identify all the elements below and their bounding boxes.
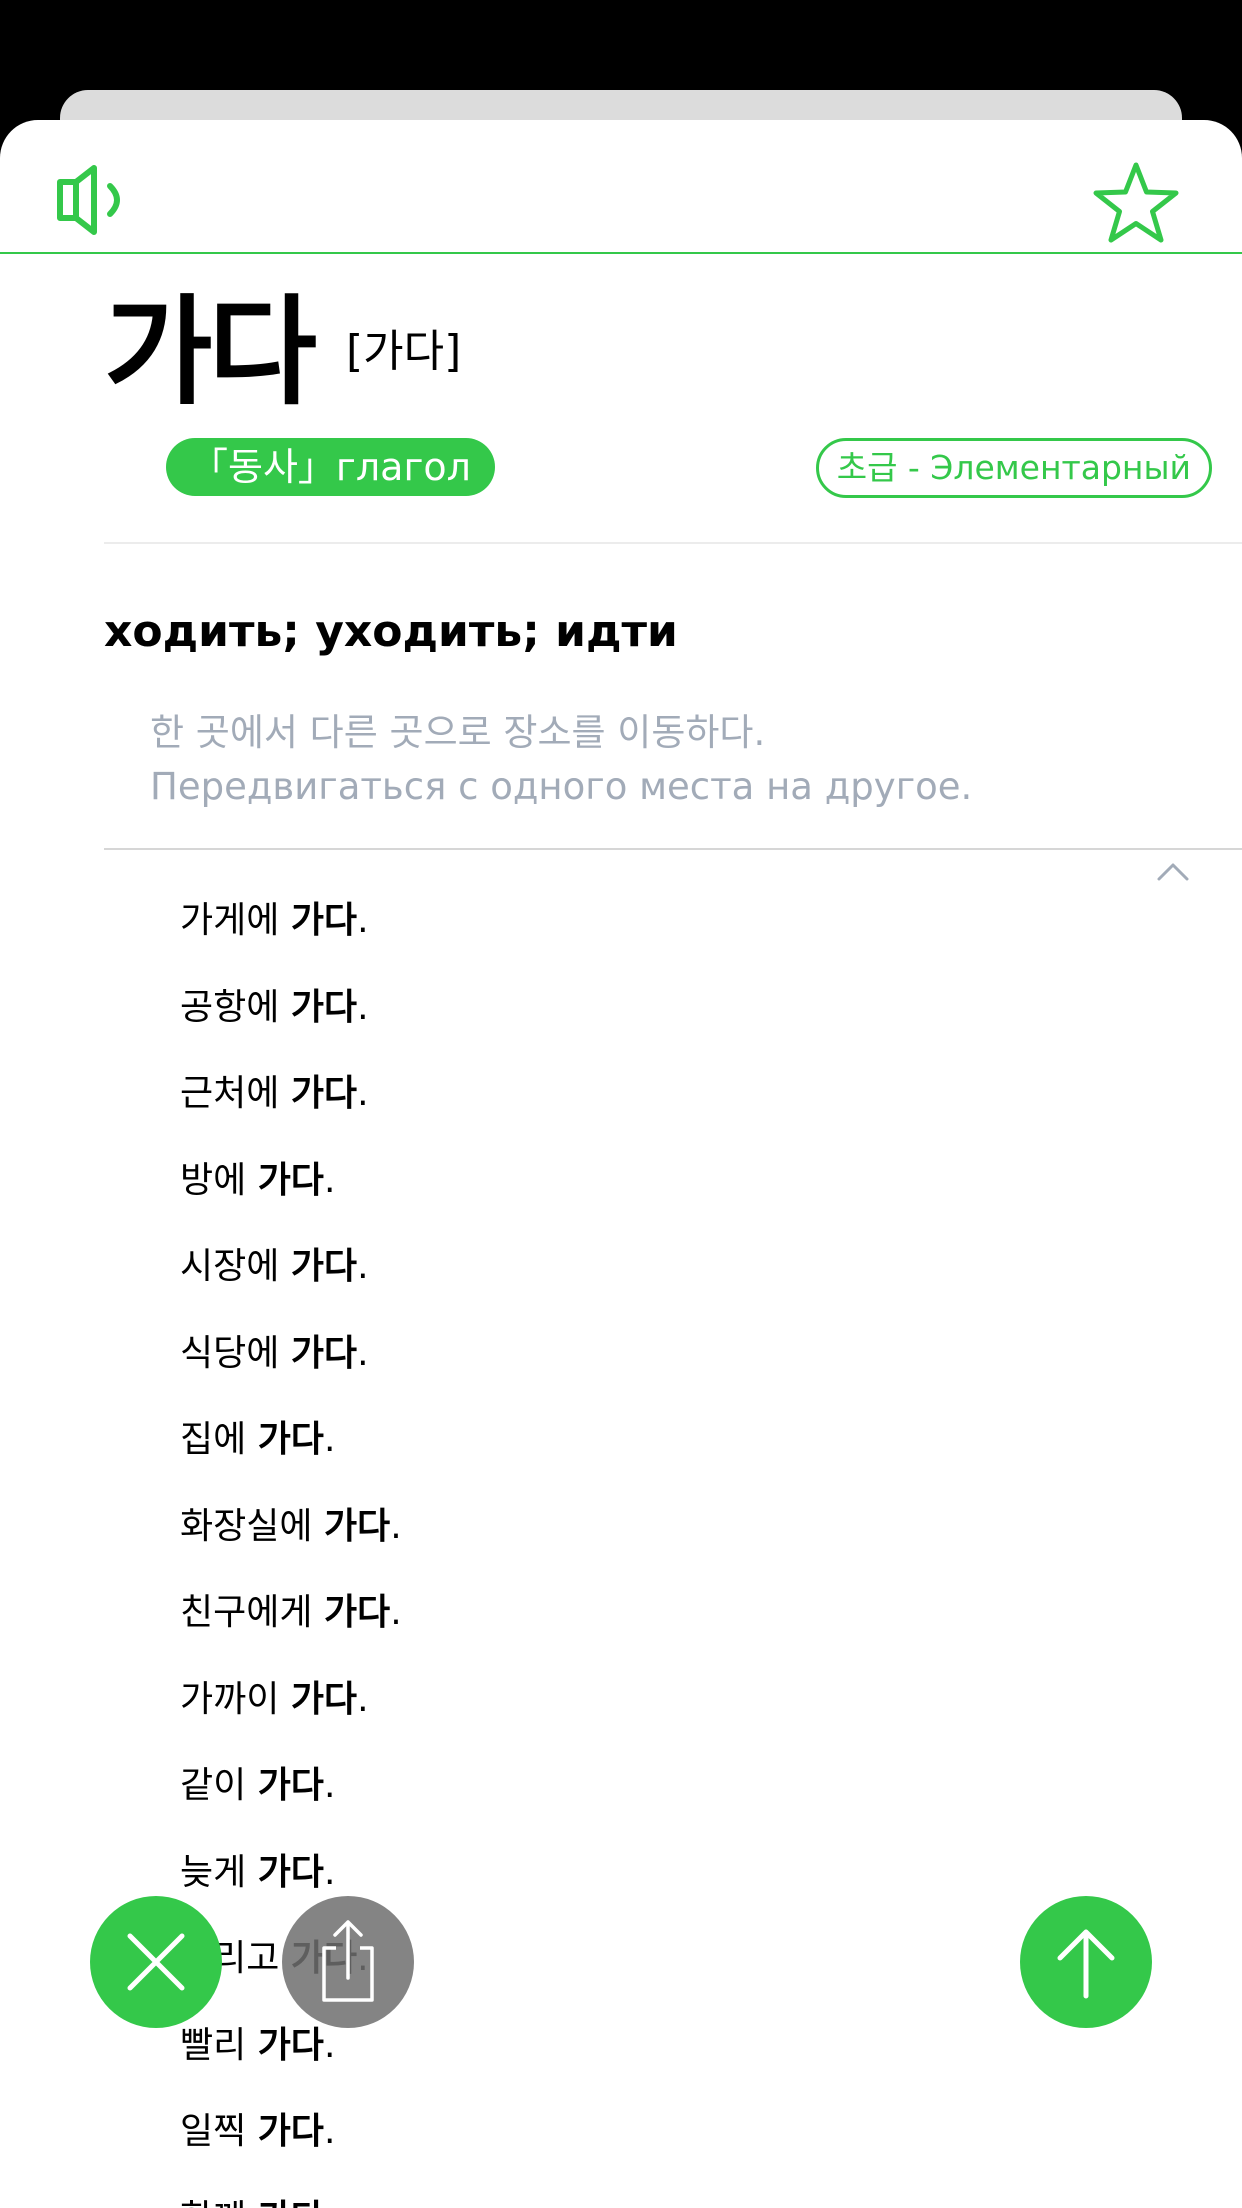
example-prefix: 화장실에 bbox=[180, 1505, 324, 1547]
example-prefix: 식당에 bbox=[180, 1332, 291, 1374]
example-keyword: 가다 bbox=[323, 1592, 391, 1633]
example-keyword: 가다 bbox=[257, 1419, 324, 1460]
example-prefix: 집에 bbox=[180, 1419, 258, 1460]
example-keyword: 가다 bbox=[290, 1246, 358, 1287]
divider bbox=[104, 542, 1242, 544]
example-prefix: 늦게 bbox=[180, 1851, 258, 1893]
example-suffix: . bbox=[390, 1592, 402, 1633]
example-keyword: 가다 bbox=[257, 2111, 324, 2152]
example-keyword: 가다 bbox=[257, 2024, 324, 2066]
example-keyword: 가다 bbox=[323, 1505, 391, 1547]
close-button[interactable] bbox=[90, 1896, 222, 2028]
example-prefix: 시장에 bbox=[180, 1246, 291, 1287]
example-item: 근처에 가다. bbox=[180, 1051, 402, 1138]
example-suffix: . bbox=[323, 1851, 336, 1893]
example-suffix: . bbox=[357, 1678, 369, 1720]
example-item: 화장실에 가다. bbox=[180, 1484, 402, 1571]
example-suffix: . bbox=[390, 1505, 402, 1547]
share-button[interactable] bbox=[282, 1896, 414, 2028]
example-item: 가까이 가다. bbox=[180, 1657, 402, 1744]
example-keyword: 가다 bbox=[290, 1332, 358, 1374]
example-suffix: . bbox=[357, 900, 369, 941]
scroll-to-top-button[interactable] bbox=[1020, 1896, 1152, 2028]
divider bbox=[104, 848, 1242, 850]
example-suffix: . bbox=[324, 2198, 335, 2208]
example-item: 방에 가다. bbox=[180, 1138, 402, 1225]
example-prefix: 가게에 bbox=[180, 900, 291, 941]
example-item: 친구에게 가다. bbox=[180, 1570, 402, 1657]
example-keyword: 가다 bbox=[257, 1765, 324, 1806]
headword: 가다 bbox=[104, 283, 317, 421]
example-suffix: . bbox=[323, 1419, 336, 1460]
example-item: 집에 가다. bbox=[180, 1397, 402, 1484]
example-prefix: 근처에 bbox=[180, 1073, 291, 1114]
example-keyword: 가다 bbox=[290, 1678, 358, 1720]
translation-heading: ходить; уходить; идти bbox=[104, 606, 678, 657]
example-item: 식당에 가다. bbox=[180, 1311, 402, 1398]
speaker-icon[interactable] bbox=[54, 160, 138, 240]
example-item: 일찍 가다. bbox=[180, 2089, 402, 2176]
example-keyword: 가다 bbox=[290, 900, 358, 941]
example-suffix: . bbox=[357, 1073, 369, 1114]
example-prefix: 일찍 bbox=[180, 2111, 258, 2152]
example-prefix: 함께 bbox=[180, 2198, 258, 2208]
example-suffix: . bbox=[323, 1765, 336, 1806]
word-detail-sheet: 가다 [가다] 「동사」глагол 초급 - Элементарный ход… bbox=[0, 120, 1242, 2208]
example-prefix: 공항에 bbox=[180, 986, 291, 1028]
close-icon bbox=[127, 1933, 185, 1991]
example-item: 같이 가다. bbox=[180, 1743, 402, 1830]
example-keyword: 가다 bbox=[257, 1851, 324, 1893]
example-item: 가게에 가다. bbox=[180, 878, 402, 965]
example-prefix: 친구에게 bbox=[180, 1592, 324, 1633]
example-keyword: 가다 bbox=[258, 2198, 324, 2208]
star-outline-icon[interactable] bbox=[1090, 160, 1182, 246]
share-icon bbox=[322, 1920, 374, 2002]
example-keyword: 가다 bbox=[257, 1159, 324, 1201]
toolbar bbox=[0, 120, 1242, 254]
example-suffix: . bbox=[357, 1246, 369, 1287]
example-suffix: . bbox=[357, 1332, 369, 1374]
pronunciation: [가다] bbox=[346, 326, 462, 377]
example-prefix: 빨리 bbox=[180, 2024, 258, 2066]
definition-korean: 한 곳에서 다른 곳으로 장소를 이동하다. bbox=[150, 711, 766, 754]
arrow-up-icon bbox=[1057, 1929, 1115, 1999]
example-suffix: . bbox=[323, 2024, 336, 2066]
example-prefix: 같이 bbox=[180, 1765, 258, 1806]
screen: 가다 [가다] 「동사」глагол 초급 - Элементарный ход… bbox=[0, 0, 1242, 2208]
example-item: 공항에 가다. bbox=[180, 965, 402, 1052]
example-item: 함께 가다. bbox=[180, 2176, 402, 2208]
example-item: 시장에 가다. bbox=[180, 1224, 402, 1311]
example-keyword: 가다 bbox=[290, 1073, 358, 1114]
chevron-up-icon[interactable] bbox=[1156, 860, 1190, 882]
example-prefix: 가까이 bbox=[180, 1678, 291, 1720]
example-keyword: 가다 bbox=[290, 986, 358, 1028]
example-suffix: . bbox=[323, 2111, 336, 2152]
definition-russian: Передвигаться с одного места на другое. bbox=[150, 765, 973, 808]
example-suffix: . bbox=[323, 1159, 336, 1201]
example-suffix: . bbox=[357, 986, 369, 1028]
example-prefix: 방에 bbox=[180, 1159, 258, 1201]
definition-block[interactable]: 한 곳에서 다른 곳으로 장소를 이동하다. Передвигаться с о… bbox=[150, 706, 1130, 814]
part-of-speech-badge: 「동사」глагол bbox=[166, 438, 495, 496]
level-badge: 초급 - Элементарный bbox=[815, 438, 1212, 498]
